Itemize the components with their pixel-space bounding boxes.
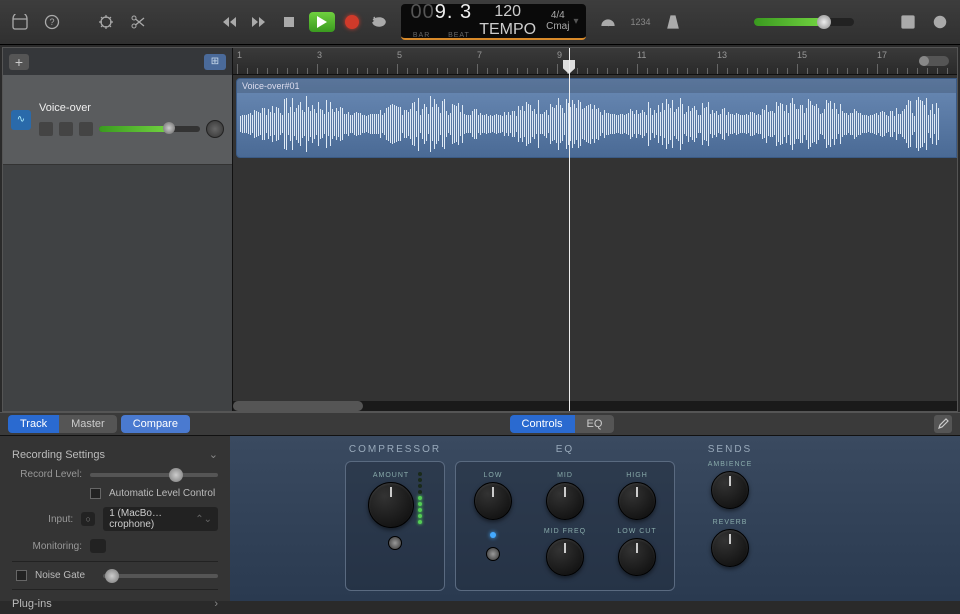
ambience-knob[interactable] [711, 471, 749, 509]
lcd-menu-chevron[interactable]: ▾ [573, 16, 578, 27]
waveform [237, 93, 956, 155]
play-button[interactable] [309, 12, 335, 32]
chevron-down-icon[interactable]: ⌄ [209, 448, 218, 461]
input-monitor-button[interactable] [79, 122, 93, 136]
lcd-bar-value: 9. 3 [435, 1, 472, 23]
controls-eq-segment: Controls EQ [510, 415, 615, 433]
forward-icon[interactable] [249, 12, 269, 32]
solo-button[interactable] [59, 122, 73, 136]
eq-mid-knob[interactable] [546, 482, 584, 520]
eq-low-knob[interactable] [474, 482, 512, 520]
track-header[interactable]: ∿ Voice-over [3, 75, 232, 165]
loops-icon[interactable] [930, 12, 950, 32]
tab-eq[interactable]: EQ [575, 415, 615, 433]
chevron-right-icon[interactable]: › [214, 598, 218, 610]
amount-label: AMOUNT [373, 472, 409, 479]
record-button[interactable] [345, 15, 359, 29]
compressor-meter [418, 472, 422, 524]
input-format-button[interactable]: ○ [81, 512, 95, 526]
auto-level-checkbox[interactable] [90, 488, 101, 499]
lcd-key[interactable]: Cmaj [546, 21, 569, 32]
editor-bar: Track Master Compare Controls EQ [0, 412, 960, 436]
mute-button[interactable] [39, 122, 53, 136]
eq-led [490, 532, 496, 538]
compressor-amount-knob[interactable] [368, 482, 414, 528]
compressor-title: COMPRESSOR [345, 444, 445, 455]
svg-text:?: ? [49, 17, 54, 27]
track-name[interactable]: Voice-over [39, 102, 224, 114]
eq-title: EQ [455, 444, 675, 455]
lcd-timesig[interactable]: 4/4 [546, 10, 569, 21]
record-level-slider[interactable] [90, 473, 218, 477]
arrange-area: + ⊞ ∿ Voice-over 135791113151719 Voi [2, 47, 958, 412]
library-icon[interactable] [10, 12, 30, 32]
region-label: Voice-over#01 [237, 79, 956, 93]
zoom-scroll[interactable] [919, 56, 949, 66]
monitoring-button[interactable] [90, 539, 106, 553]
tab-track[interactable]: Track [8, 415, 59, 433]
audio-region[interactable]: Voice-over#01 [236, 78, 957, 158]
tab-controls[interactable]: Controls [510, 415, 575, 433]
eq-lowcut-knob[interactable] [618, 538, 656, 576]
horizontal-scrollbar[interactable] [233, 401, 957, 411]
track-volume-slider[interactable] [99, 126, 200, 132]
tuner-icon[interactable] [598, 12, 618, 32]
smart-controls-icon[interactable] [96, 12, 116, 32]
help-icon[interactable]: ? [42, 12, 62, 32]
track-type-icon: ∿ [11, 110, 31, 130]
toolbar: ? 009. 3 BAR BEAT 120 TEMPO 4/4 Cmaj ▾ 1… [0, 0, 960, 45]
ruler[interactable]: 135791113151719 [233, 48, 957, 75]
lcd-bar-dim: 00 [411, 1, 435, 23]
eq-high-knob[interactable] [618, 482, 656, 520]
track-lane[interactable]: Voice-over#01 [233, 75, 957, 165]
stop-icon[interactable] [279, 12, 299, 32]
lcd-tempo-label: TEMPO [479, 21, 536, 39]
compare-button[interactable]: Compare [121, 415, 190, 433]
inspector: Recording Settings ⌄ Record Level: Autom… [0, 436, 230, 601]
eq-midfreq-knob[interactable] [546, 538, 584, 576]
record-level-label: Record Level: [12, 469, 82, 480]
compressor-jack[interactable] [388, 536, 402, 550]
timeline: 135791113151719 Voice-over#01 [233, 48, 957, 411]
rewind-icon[interactable] [219, 12, 239, 32]
pan-knob[interactable] [206, 120, 224, 138]
transport-controls [219, 12, 389, 32]
scissors-icon[interactable] [128, 12, 148, 32]
lcd-tempo-value[interactable]: 120 [479, 3, 536, 21]
monitoring-label: Monitoring: [12, 541, 82, 552]
smart-controls-panel: COMPRESSOR AMOUNT EQ [230, 436, 960, 601]
playhead[interactable] [569, 48, 570, 411]
count-in-label[interactable]: 1234 [630, 17, 650, 27]
auto-level-label: Automatic Level Control [109, 488, 215, 499]
lcd-bar-label: BAR [413, 32, 430, 39]
noise-gate-label: Noise Gate [35, 570, 95, 581]
track-master-segment: Track Master [8, 415, 117, 433]
input-select[interactable]: 1 (MacBo…crophone)⌃⌄ [103, 507, 218, 531]
input-label: Input: [12, 514, 73, 525]
tab-master[interactable]: Master [59, 415, 117, 433]
cycle-icon[interactable] [369, 12, 389, 32]
edit-icon[interactable] [934, 415, 952, 433]
track-header-column: + ⊞ ∿ Voice-over [3, 48, 233, 411]
add-track-button[interactable]: + [9, 54, 29, 70]
eq-jack[interactable] [486, 547, 500, 561]
noise-gate-slider[interactable] [103, 574, 218, 578]
notepad-icon[interactable] [898, 12, 918, 32]
recording-settings-header[interactable]: Recording Settings [12, 449, 105, 461]
reverb-knob[interactable] [711, 529, 749, 567]
sends-title: SENDS [685, 444, 775, 455]
lcd-beat-label: BEAT [448, 32, 470, 39]
lower-panel: Recording Settings ⌄ Record Level: Autom… [0, 436, 960, 601]
master-volume-slider[interactable] [754, 18, 854, 26]
metronome-icon[interactable] [663, 12, 683, 32]
plugins-header[interactable]: Plug-ins [12, 598, 52, 610]
lcd-display[interactable]: 009. 3 BAR BEAT 120 TEMPO 4/4 Cmaj ▾ [401, 4, 586, 40]
noise-gate-checkbox[interactable] [16, 570, 27, 581]
track-header-config-icon[interactable]: ⊞ [204, 54, 226, 70]
